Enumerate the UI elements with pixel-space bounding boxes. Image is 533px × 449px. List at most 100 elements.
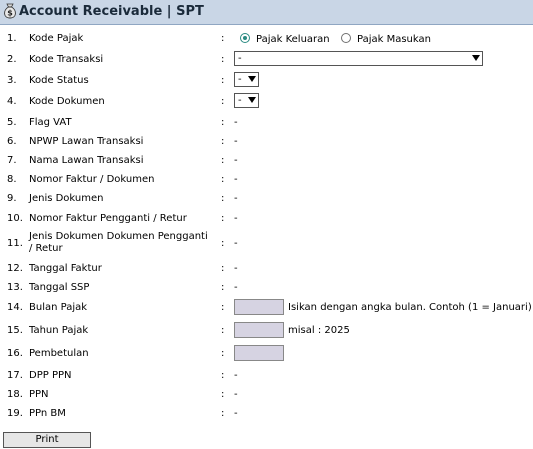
colon: : <box>221 282 225 293</box>
field-value: - <box>234 213 238 224</box>
field-value: - <box>234 238 238 249</box>
row-number: 9. <box>7 193 17 204</box>
field-value: - <box>234 282 238 293</box>
row-number: 11. <box>7 238 23 249</box>
colon: : <box>221 155 225 166</box>
field-label: NPWP Lawan Transaksi <box>29 136 144 147</box>
field-label: Nama Lawan Transaksi <box>29 155 144 166</box>
field-label: Nomor Faktur Pengganti / Retur <box>29 213 187 224</box>
bulan-pajak-input[interactable] <box>234 299 284 315</box>
row-number: 5. <box>7 117 17 128</box>
svg-text:$: $ <box>7 9 13 18</box>
field-value: - <box>234 174 238 185</box>
colon: : <box>221 238 225 249</box>
colon: : <box>221 54 225 65</box>
colon: : <box>221 408 225 419</box>
row-jenis-dokumen: 9. Jenis Dokumen : - <box>0 190 533 208</box>
row-number: 4. <box>7 96 17 107</box>
field-label: Flag VAT <box>29 117 72 128</box>
row-number: 8. <box>7 174 17 185</box>
field-label: Pembetulan <box>29 348 89 359</box>
row-tanggal-ssp: 13. Tanggal SSP : - <box>0 279 533 297</box>
field-value: - <box>234 155 238 166</box>
row-nama-lawan-transaksi: 7. Nama Lawan Transaksi : - <box>0 152 533 170</box>
field-label: Jenis Dokumen <box>29 193 104 204</box>
colon: : <box>221 117 225 128</box>
row-number: 19. <box>7 408 23 419</box>
colon: : <box>221 325 225 336</box>
field-value: - <box>234 408 238 419</box>
colon: : <box>221 174 225 185</box>
colon: : <box>221 193 225 204</box>
field-value: - <box>234 370 238 381</box>
row-kode-pajak: 1. Kode Pajak : Pajak Keluaran Pajak Mas… <box>0 30 533 48</box>
row-nomor-faktur-pengganti: 10. Nomor Faktur Pengganti / Retur : - <box>0 210 533 228</box>
field-label: DPP PPN <box>29 370 72 381</box>
row-ppn: 18. PPN : - <box>0 386 533 404</box>
radio-label-pajak-masukan[interactable]: Pajak Masukan <box>357 34 431 45</box>
field-label: Kode Dokumen <box>29 96 105 107</box>
colon: : <box>221 96 225 107</box>
print-button[interactable]: Print <box>3 432 91 448</box>
colon: : <box>221 75 225 86</box>
colon: : <box>221 389 225 400</box>
field-value: - <box>234 117 238 128</box>
row-ppn-bm: 19. PPn BM : - <box>0 405 533 423</box>
bulan-pajak-hint: Isikan dengan angka bulan. Contoh (1 = J… <box>288 302 532 313</box>
field-label: Tanggal Faktur <box>29 263 102 274</box>
field-label: Kode Status <box>29 75 89 86</box>
row-number: 10. <box>7 213 23 224</box>
row-number: 14. <box>7 302 23 313</box>
row-number: 6. <box>7 136 17 147</box>
row-dpp-ppn: 17. DPP PPN : - <box>0 367 533 385</box>
row-number: 3. <box>7 75 17 86</box>
row-number: 17. <box>7 370 23 381</box>
colon: : <box>221 213 225 224</box>
colon: : <box>221 302 225 313</box>
field-label: Bulan Pajak <box>29 302 88 313</box>
colon: : <box>221 370 225 381</box>
row-tanggal-faktur: 12. Tanggal Faktur : - <box>0 260 533 278</box>
field-value: - <box>234 263 238 274</box>
field-label: Kode Pajak <box>29 33 84 44</box>
kode-status-select[interactable]: - <box>234 72 259 87</box>
chevron-down-icon <box>472 55 480 61</box>
field-label: Tanggal SSP <box>29 282 90 293</box>
select-value: - <box>238 95 242 106</box>
row-number: 2. <box>7 54 17 65</box>
row-pembetulan: 16. Pembetulan : <box>0 345 533 363</box>
colon: : <box>221 33 225 44</box>
kode-dokumen-select[interactable]: - <box>234 93 259 108</box>
field-value: - <box>234 193 238 204</box>
radio-pajak-masukan[interactable] <box>341 33 351 43</box>
money-bag-icon: $ <box>4 3 16 19</box>
field-label: Nomor Faktur / Dokumen <box>29 174 155 185</box>
pembetulan-input[interactable] <box>234 345 284 361</box>
select-value: - <box>238 53 242 64</box>
tahun-pajak-hint: misal : 2025 <box>288 325 350 336</box>
kode-transaksi-select[interactable]: - <box>234 51 483 66</box>
field-value: - <box>234 389 238 400</box>
row-npwp-lawan-transaksi: 6. NPWP Lawan Transaksi : - <box>0 133 533 151</box>
row-number: 18. <box>7 389 23 400</box>
field-label: PPn BM <box>29 408 66 419</box>
tahun-pajak-input[interactable] <box>234 322 284 338</box>
field-label: Kode Transaksi <box>29 54 104 65</box>
row-tahun-pajak: 15. Tahun Pajak : misal : 2025 <box>0 322 533 340</box>
row-kode-dokumen: 4. Kode Dokumen : - <box>0 93 533 111</box>
row-nomor-faktur: 8. Nomor Faktur / Dokumen : - <box>0 171 533 189</box>
radio-pajak-keluaran[interactable] <box>240 33 250 43</box>
row-flag-vat: 5. Flag VAT : - <box>0 114 533 132</box>
field-value: - <box>234 136 238 147</box>
field-label: Tahun Pajak <box>29 325 89 336</box>
row-kode-transaksi: 2. Kode Transaksi : - <box>0 51 533 69</box>
row-number: 16. <box>7 348 23 359</box>
colon: : <box>221 263 225 274</box>
field-label: PPN <box>29 389 49 400</box>
row-number: 15. <box>7 325 23 336</box>
row-kode-status: 3. Kode Status : - <box>0 72 533 90</box>
radio-label-pajak-keluaran[interactable]: Pajak Keluaran <box>256 34 330 45</box>
field-label: Jenis Dokumen Dokumen Pengganti / Retur <box>29 231 208 254</box>
chevron-down-icon <box>248 97 256 103</box>
row-bulan-pajak: 14. Bulan Pajak : Isikan dengan angka bu… <box>0 299 533 317</box>
